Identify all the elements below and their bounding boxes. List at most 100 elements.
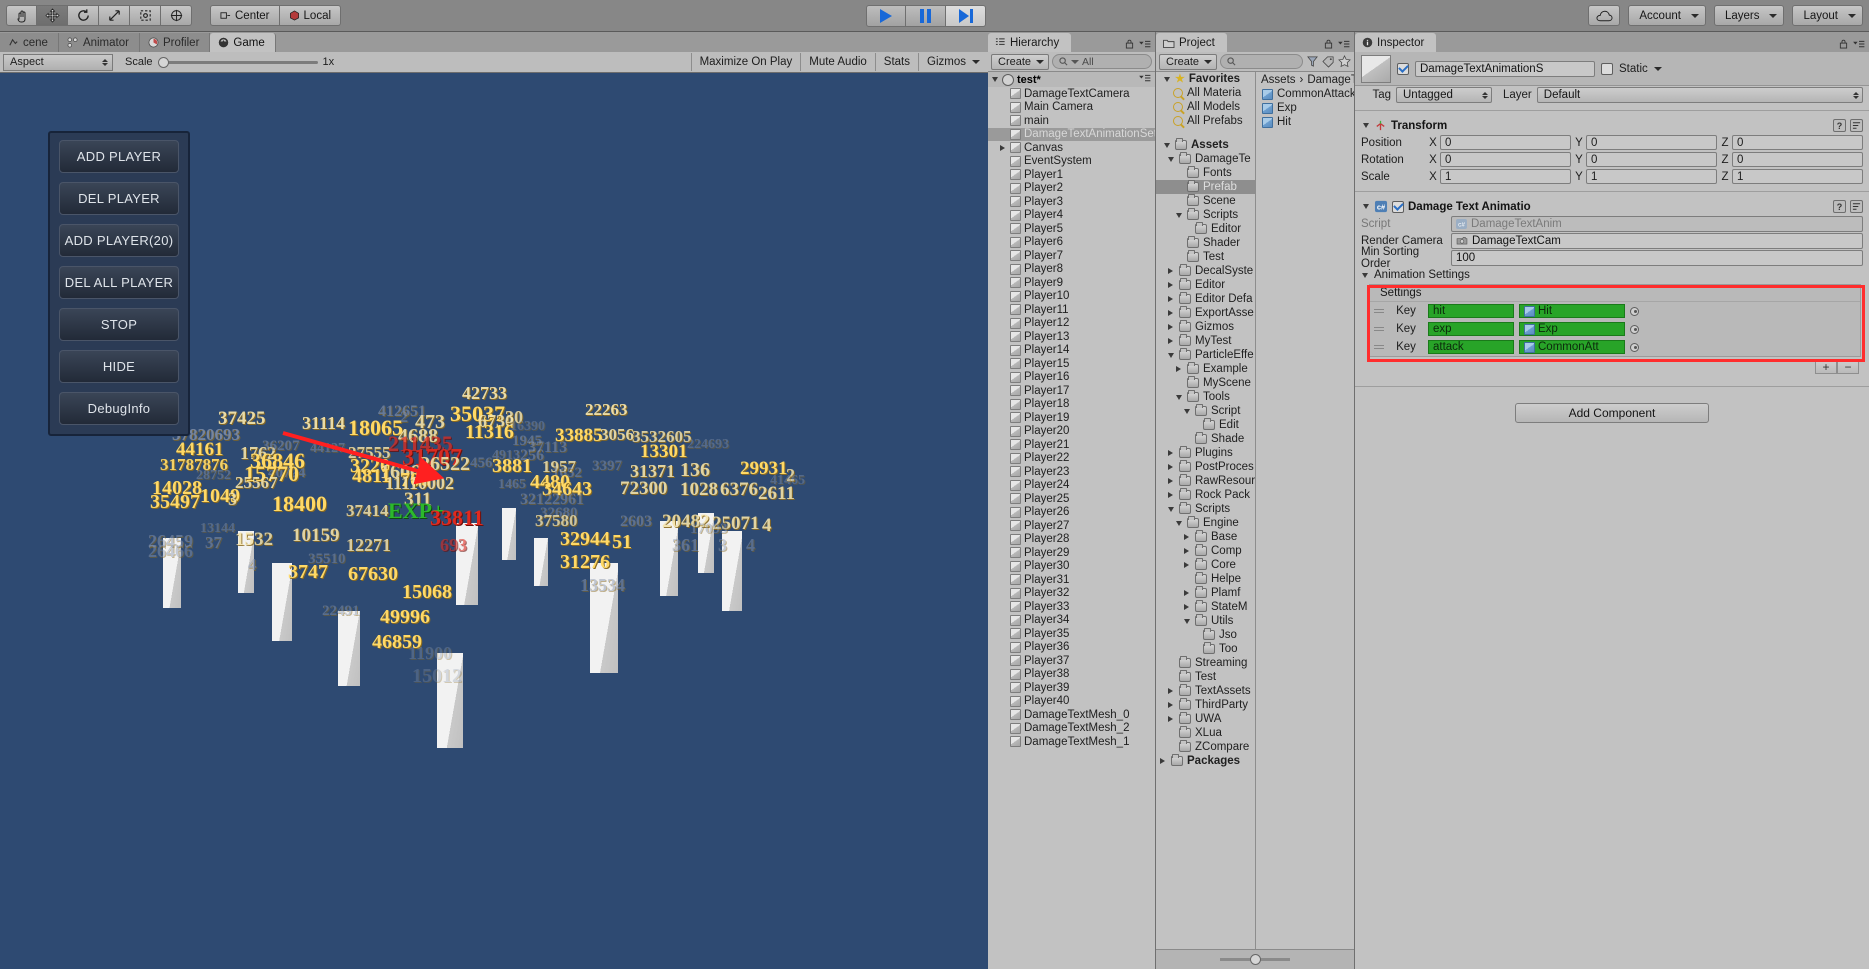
object-picker-icon[interactable]: [1630, 306, 1639, 316]
transform-tool-button[interactable]: [161, 5, 192, 26]
expand-arrow-icon[interactable]: [1182, 408, 1191, 414]
component-menu-icon[interactable]: [1850, 119, 1863, 132]
expand-arrow-icon[interactable]: [1166, 268, 1175, 274]
project-tree-item[interactable]: Test: [1156, 670, 1255, 684]
expand-arrow-icon[interactable]: [1166, 478, 1175, 484]
project-tree-item[interactable]: Too: [1156, 642, 1255, 656]
hierarchy-item[interactable]: Player32: [988, 587, 1155, 601]
scale-slider-handle[interactable]: [157, 56, 169, 68]
expand-arrow-icon[interactable]: [1182, 562, 1191, 568]
hierarchy-item[interactable]: Player4: [988, 209, 1155, 223]
gizmos-dropdown[interactable]: Gizmos: [918, 53, 988, 71]
hierarchy-item[interactable]: Player23: [988, 465, 1155, 479]
favorites-root[interactable]: ★ Favorites: [1156, 72, 1255, 86]
component-enabled-checkbox[interactable]: [1392, 200, 1404, 213]
damage-text-animation-header[interactable]: c# Damage Text Animatio ?: [1355, 198, 1869, 215]
axis-input[interactable]: 1: [1586, 169, 1717, 184]
hierarchy-item[interactable]: Player7: [988, 249, 1155, 263]
project-tree-item[interactable]: Prefab: [1156, 180, 1255, 194]
expand-arrow-icon[interactable]: [1166, 716, 1175, 722]
drag-handle-icon[interactable]: [1374, 327, 1384, 331]
hierarchy-item[interactable]: Player17: [988, 384, 1155, 398]
layout-dropdown[interactable]: Layout: [1792, 5, 1863, 26]
lock-icon[interactable]: [1125, 39, 1134, 49]
min-sorting-field[interactable]: 100: [1451, 249, 1863, 266]
hierarchy-item[interactable]: Player13: [988, 330, 1155, 344]
transform-component-header[interactable]: Transform ?: [1355, 117, 1869, 134]
hierarchy-item[interactable]: Player9: [988, 276, 1155, 290]
asset-item-commonattack[interactable]: CommonAttack: [1256, 87, 1354, 101]
project-tree-item[interactable]: MyScene: [1156, 376, 1255, 390]
settings-key-field[interactable]: exp: [1428, 322, 1514, 336]
add-player-button[interactable]: ADD PLAYER: [59, 140, 179, 173]
chevron-down-icon[interactable]: [1653, 66, 1662, 71]
expand-arrow-icon[interactable]: [1182, 534, 1191, 540]
hierarchy-item[interactable]: Player37: [988, 654, 1155, 668]
project-tree-item[interactable]: ExportAsse: [1156, 306, 1255, 320]
project-tree-item[interactable]: Shade: [1156, 432, 1255, 446]
hierarchy-item[interactable]: Player8: [988, 263, 1155, 277]
expand-arrow-icon[interactable]: [1162, 76, 1171, 82]
component-menu-icon[interactable]: [1850, 200, 1863, 213]
expand-arrow-icon[interactable]: [1166, 324, 1175, 330]
project-tree-item[interactable]: ThirdParty: [1156, 698, 1255, 712]
move-tool-button[interactable]: [37, 5, 68, 26]
hierarchy-item[interactable]: DamageTextMesh_0: [988, 708, 1155, 722]
favorite-all-models[interactable]: All Models: [1156, 100, 1255, 114]
gameobject-name-field[interactable]: DamageTextAnimationS: [1415, 60, 1595, 77]
game-view[interactable]: 37425 37820693 44161 1762 36207 31787876 28752…: [0, 73, 988, 969]
animation-settings-header[interactable]: Animation Settings: [1355, 266, 1869, 284]
project-tree-item[interactable]: Base: [1156, 530, 1255, 544]
cloud-services-button[interactable]: [1588, 5, 1621, 26]
hierarchy-item[interactable]: Player28: [988, 533, 1155, 547]
project-tree-item[interactable]: Example: [1156, 362, 1255, 376]
panel-menu-icon[interactable]: [1853, 40, 1865, 49]
hierarchy-item[interactable]: Player38: [988, 668, 1155, 682]
project-zoom-slider[interactable]: [1220, 954, 1290, 965]
project-tree-item[interactable]: Fonts: [1156, 166, 1255, 180]
project-tree-item[interactable]: XLua: [1156, 726, 1255, 740]
axis-input[interactable]: 1: [1440, 169, 1571, 184]
scale-slider[interactable]: [157, 56, 318, 68]
add-component-button[interactable]: Add Component: [1515, 403, 1709, 423]
axis-input[interactable]: 0: [1440, 135, 1571, 150]
asset-item-exp[interactable]: Exp: [1256, 101, 1354, 115]
project-tree-item[interactable]: MyTest: [1156, 334, 1255, 348]
project-tree-item[interactable]: ZCompare: [1156, 740, 1255, 754]
expand-arrow-icon[interactable]: [1166, 450, 1175, 456]
tag-dropdown[interactable]: Untagged: [1396, 87, 1492, 103]
hierarchy-item[interactable]: Player10: [988, 290, 1155, 304]
settings-value-field[interactable]: CommonAtt: [1519, 340, 1625, 354]
expand-arrow-icon[interactable]: [1166, 338, 1175, 344]
expand-arrow-icon[interactable]: [1166, 688, 1175, 694]
tab-profiler[interactable]: Profiler: [139, 33, 211, 52]
panel-menu-icon[interactable]: [1139, 40, 1151, 49]
scale-tool-button[interactable]: [99, 5, 130, 26]
axis-input[interactable]: 0: [1440, 152, 1571, 167]
maximize-on-play-toggle[interactable]: Maximize On Play: [690, 53, 801, 71]
axis-input[interactable]: 0: [1586, 152, 1717, 167]
expand-arrow-icon[interactable]: [1360, 272, 1369, 278]
expand-arrow-icon[interactable]: [1166, 702, 1175, 708]
expand-arrow-icon[interactable]: [1182, 618, 1191, 624]
hierarchy-item[interactable]: Player12: [988, 317, 1155, 331]
space-mode-button[interactable]: Local: [279, 5, 342, 26]
del-all-player-button[interactable]: DEL ALL PLAYER: [59, 266, 179, 299]
panel-menu-icon[interactable]: [1338, 40, 1350, 49]
hierarchy-item[interactable]: Player31: [988, 573, 1155, 587]
project-create-button[interactable]: Create: [1159, 53, 1218, 70]
hierarchy-item[interactable]: DamageTextMesh_2: [988, 722, 1155, 736]
tab-animator[interactable]: Animator: [58, 33, 140, 52]
axis-input[interactable]: 0: [1586, 135, 1717, 150]
scene-menu-icon[interactable]: [1139, 74, 1151, 83]
expand-arrow-icon[interactable]: [1174, 212, 1183, 218]
hierarchy-item[interactable]: Player35: [988, 627, 1155, 641]
project-zoom-handle[interactable]: [1250, 954, 1261, 965]
tab-inspector[interactable]: Inspector: [1355, 33, 1437, 52]
account-dropdown[interactable]: Account: [1628, 5, 1706, 26]
hierarchy-item[interactable]: Player5: [988, 222, 1155, 236]
project-tree-item[interactable]: Shader: [1156, 236, 1255, 250]
project-tree-item[interactable]: Rock Pack: [1156, 488, 1255, 502]
expand-arrow-icon[interactable]: [1174, 394, 1183, 400]
filter-by-type-icon[interactable]: [1306, 55, 1319, 68]
